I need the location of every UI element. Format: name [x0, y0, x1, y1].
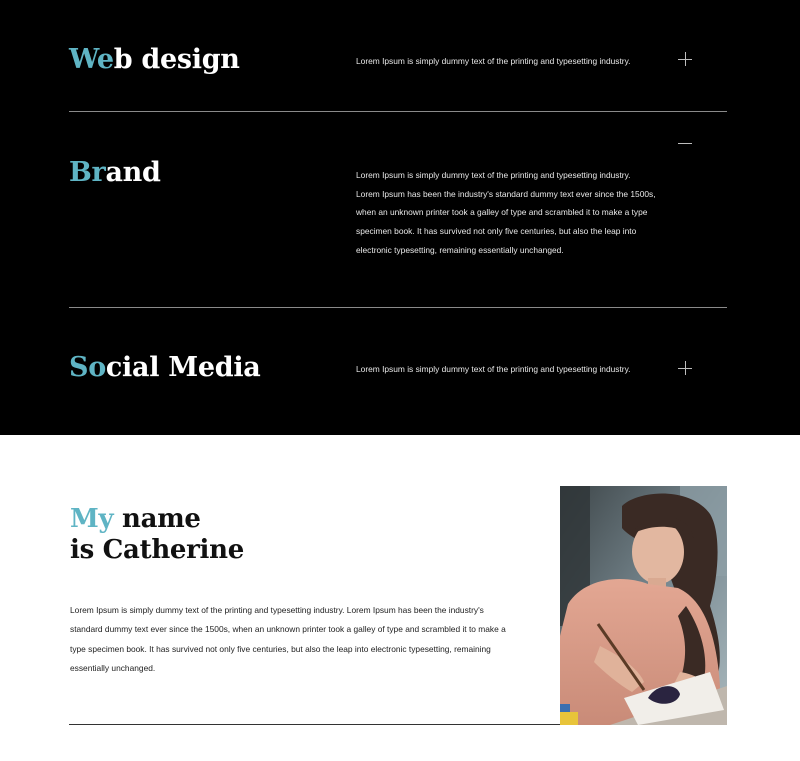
title-highlight: We [69, 44, 114, 75]
about-heading: My name is Catherine [70, 504, 244, 566]
title-highlight: Br [69, 157, 106, 188]
title-highlight: So [69, 352, 106, 383]
plus-icon[interactable] [678, 52, 692, 66]
title-rest: b design [113, 44, 240, 75]
minus-icon[interactable] [678, 136, 692, 150]
heading-line2: is Catherine [70, 535, 244, 565]
profile-photo [560, 486, 727, 725]
accordion-title-brand[interactable]: Brand [69, 157, 161, 188]
accordion-title-social-media[interactable]: Social Media [69, 352, 261, 383]
accordion-description: Lorem Ipsum is simply dummy text of the … [356, 364, 631, 374]
accordion-description: Lorem Ipsum is simply dummy text of the … [356, 56, 631, 66]
plus-icon[interactable] [678, 361, 692, 375]
title-rest: cial Media [105, 352, 261, 383]
about-body-text: Lorem Ipsum is simply dummy text of the … [70, 605, 506, 673]
accordion-item-social-media[interactable]: Social Media Lorem Ipsum is simply dummy… [69, 308, 727, 435]
accordion-item-brand[interactable]: Brand Lorem Ipsum is simply dummy text o… [69, 112, 727, 307]
title-rest: and [105, 157, 161, 188]
accordion-title-web-design[interactable]: Web design [69, 44, 240, 75]
accordion-description: Lorem Ipsum is simply dummy text of the … [356, 170, 656, 255]
heading-line1-rest: name [113, 504, 201, 534]
heading-highlight: My [70, 504, 114, 534]
accordion-item-web-design[interactable]: Web design Lorem Ipsum is simply dummy t… [69, 0, 727, 111]
services-accordion: Web design Lorem Ipsum is simply dummy t… [0, 0, 800, 435]
